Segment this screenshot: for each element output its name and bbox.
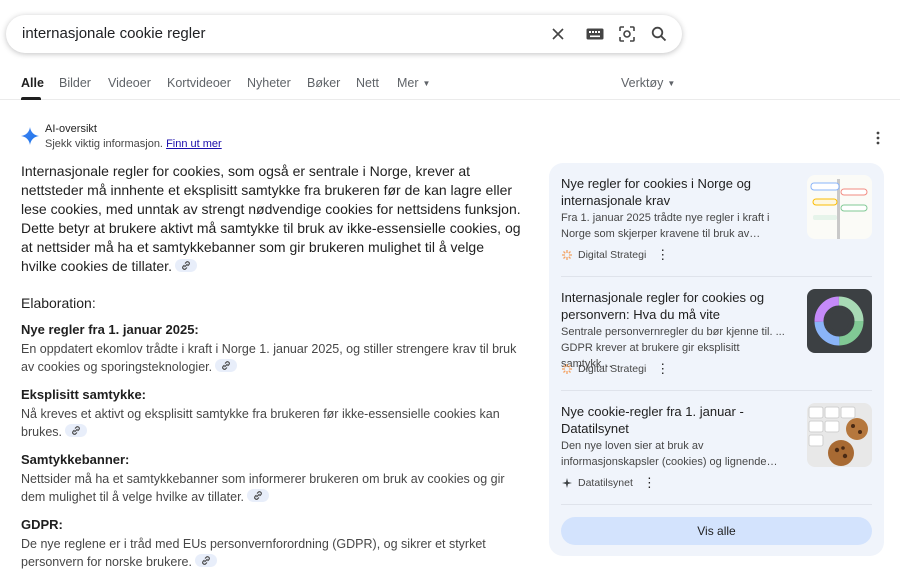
tab-more[interactable]: Mer ▼ <box>397 76 430 90</box>
overview-intro: Internasjonale regler for cookies, som o… <box>21 162 521 276</box>
keyboard-icon[interactable] <box>585 24 605 44</box>
digital-strategi-favicon <box>562 364 572 374</box>
source-name[interactable]: Datatilsynet <box>578 477 633 489</box>
citation-link-icon[interactable] <box>194 554 217 567</box>
clear-icon[interactable] <box>548 24 568 44</box>
source-thumbnail[interactable] <box>807 403 872 467</box>
citation-link-icon[interactable] <box>247 489 270 502</box>
source-attribution: Digital Strategi ⋮ <box>561 361 669 377</box>
source-card-snippet: Fra 1. januar 2025 trådte nye regler i k… <box>561 212 770 240</box>
source-name[interactable]: Digital Strategi <box>578 249 646 261</box>
citation-link-icon[interactable] <box>65 424 87 437</box>
sparkle-icon <box>21 127 39 145</box>
datatilsynet-favicon <box>562 478 572 488</box>
sources-panel: Nye regler for cookies i Norge og intern… <box>549 163 884 556</box>
tab-web[interactable]: Nett <box>356 76 379 90</box>
chevron-down-icon: ▼ <box>667 79 676 89</box>
ai-overview-subtitle: Sjekk viktig informasjon. Finn ut mer <box>45 138 222 150</box>
chevron-down-icon: ▼ <box>422 79 431 89</box>
ai-overview-title: AI-oversikt <box>45 123 97 135</box>
item-body: Nettsider må ha et samtykkebanner som in… <box>21 470 521 506</box>
item-title: Nye regler fra 1. januar 2025: <box>21 322 199 337</box>
citation-link-icon[interactable] <box>215 359 238 372</box>
search-tabs: Alle Bilder Videoer Kortvideoer Nyheter … <box>0 70 900 100</box>
source-thumbnail[interactable] <box>807 175 872 239</box>
card-divider <box>561 276 872 277</box>
search-input[interactable]: internasjonale cookie regler <box>22 25 205 42</box>
tab-books[interactable]: Bøker <box>307 76 340 90</box>
item-body: Nå kreves et aktivt og eksplisitt samtyk… <box>21 405 521 441</box>
show-all-button[interactable]: Vis alle <box>561 517 872 545</box>
learn-more-link[interactable]: Finn ut mer <box>166 138 222 150</box>
item-title: Samtykkebanner: <box>21 452 130 467</box>
item-title: GDPR: <box>21 517 63 532</box>
item-title: Eksplisitt samtykke: <box>21 387 147 402</box>
lens-icon[interactable] <box>617 24 637 44</box>
tab-more-label: Mer <box>397 76 419 90</box>
source-attribution: Datatilsynet ⋮ <box>561 475 656 491</box>
search-icon[interactable] <box>649 24 669 44</box>
source-card-title[interactable]: Internasjonale regler for cookies og per… <box>561 289 793 323</box>
search-bar[interactable]: internasjonale cookie regler <box>6 15 682 53</box>
item-body-text: De nye reglene er i tråd med EUs personv… <box>21 537 486 569</box>
card-divider <box>561 390 872 391</box>
source-name[interactable]: Digital Strategi <box>578 363 646 375</box>
item-body-text: Nå kreves et aktivt og eksplisitt samtyk… <box>21 407 500 439</box>
item-body: En oppdatert ekomlov trådte i kraft i No… <box>21 340 521 376</box>
tab-videos[interactable]: Videoer <box>108 76 151 90</box>
card-divider <box>561 504 872 505</box>
more-options-icon[interactable]: ⋮ <box>656 361 669 377</box>
tab-short-videos[interactable]: Kortvideoer <box>167 76 231 90</box>
citation-link-icon[interactable] <box>174 259 197 272</box>
source-card-title[interactable]: Nye regler for cookies i Norge og intern… <box>561 175 793 209</box>
tab-images[interactable]: Bilder <box>59 76 91 90</box>
section-heading: Elaboration: <box>21 295 96 311</box>
more-options-icon[interactable]: ⋮ <box>656 247 669 263</box>
more-options-icon[interactable] <box>872 130 884 146</box>
source-attribution: Digital Strategi ⋮ <box>561 247 669 263</box>
digital-strategi-favicon <box>562 250 572 260</box>
ai-overview-note: Sjekk viktig informasjon. <box>45 138 163 150</box>
tools-label: Verktøy <box>621 76 664 90</box>
active-tab-indicator <box>21 97 41 100</box>
source-card[interactable]: Nye cookie-regler fra 1. januar - Datati… <box>561 403 872 493</box>
tab-all[interactable]: Alle <box>21 76 44 90</box>
tab-news[interactable]: Nyheter <box>247 76 291 90</box>
source-card[interactable]: Nye regler for cookies i Norge og intern… <box>561 175 872 265</box>
tools-button[interactable]: Verktøy ▼ <box>621 76 675 90</box>
source-card[interactable]: Internasjonale regler for cookies og per… <box>561 289 872 379</box>
source-card-snippet: Den nye loven sier at bruk av informasjo… <box>561 440 778 468</box>
item-body: De nye reglene er i tråd med EUs personv… <box>21 535 521 571</box>
source-thumbnail[interactable] <box>807 289 872 353</box>
overview-intro-text: Internasjonale regler for cookies, som o… <box>21 163 521 274</box>
more-options-icon[interactable]: ⋮ <box>643 475 656 491</box>
source-card-title[interactable]: Nye cookie-regler fra 1. januar - Datati… <box>561 403 793 437</box>
item-body-text: En oppdatert ekomlov trådte i kraft i No… <box>21 342 517 374</box>
ai-overview-content: Internasjonale regler for cookies, som o… <box>21 162 521 571</box>
